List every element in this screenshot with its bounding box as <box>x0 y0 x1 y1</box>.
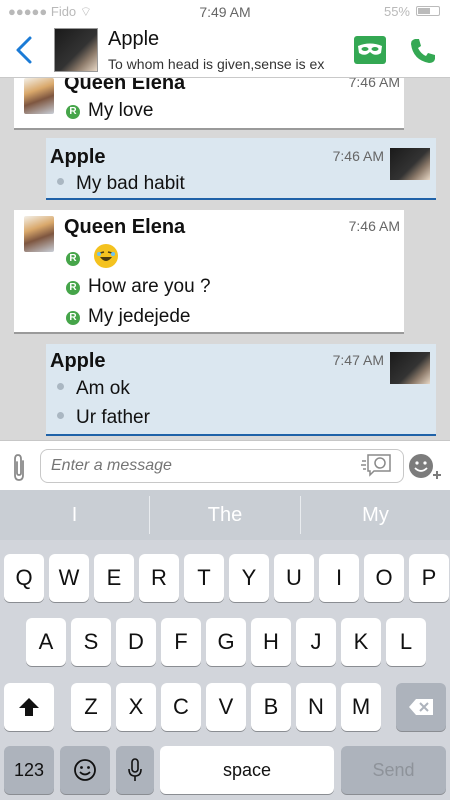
message-card[interactable]: Queen Elena 7:46 AM R My love <box>14 78 404 130</box>
message-time: 7:46 AM <box>348 78 400 90</box>
predictive-suggestions: I The My <box>0 490 450 540</box>
read-receipt-icon: R <box>66 252 80 266</box>
message-line: Am ok <box>54 378 130 400</box>
key-j[interactable]: J <box>296 618 336 666</box>
key-q[interactable]: Q <box>4 554 44 602</box>
attach-button[interactable] <box>10 451 28 483</box>
sticker-icon <box>361 454 391 477</box>
key-f[interactable]: F <box>161 618 201 666</box>
message-line: My bad habit <box>54 173 185 195</box>
battery-percent: 55% <box>383 4 410 19</box>
key-n[interactable]: N <box>296 683 336 731</box>
numbers-key[interactable]: 123 <box>4 746 54 794</box>
key-k[interactable]: K <box>341 618 381 666</box>
message-list[interactable]: Queen Elena 7:46 AM R My love Apple 7:46 … <box>0 78 450 440</box>
suggestion-item[interactable]: The <box>150 490 300 540</box>
read-receipt-icon: R <box>66 281 80 295</box>
key-l[interactable]: L <box>386 618 426 666</box>
suggestion-item[interactable]: My <box>301 490 450 540</box>
message-time: 7:46 AM <box>348 218 400 234</box>
emoji-key-icon <box>74 759 96 781</box>
message-time: 7:47 AM <box>332 352 384 368</box>
message-card[interactable]: Apple 7:47 AM Am ok Ur father <box>46 344 436 436</box>
key-g[interactable]: G <box>206 618 246 666</box>
message-line: R <box>66 244 118 269</box>
key-c[interactable]: C <box>161 683 201 731</box>
key-t[interactable]: T <box>184 554 224 602</box>
key-v[interactable]: V <box>206 683 246 731</box>
contact-status-message: To whom head is given,sense is ex <box>108 56 325 72</box>
battery-icon <box>416 6 440 16</box>
send-key[interactable]: Send <box>341 746 446 794</box>
emoji-picker-button[interactable] <box>408 453 442 481</box>
back-button[interactable] <box>10 32 40 68</box>
sender-avatar <box>24 78 54 114</box>
sent-dot-icon <box>57 178 64 185</box>
contact-name[interactable]: Apple <box>108 28 159 51</box>
key-z[interactable]: Z <box>71 683 111 731</box>
emoji-add-icon <box>409 454 441 479</box>
dictation-key[interactable] <box>116 746 154 794</box>
read-receipt-icon: R <box>66 105 80 119</box>
sent-dot-icon <box>57 383 64 390</box>
sent-dot-icon <box>57 412 64 419</box>
message-line: R My jedejede <box>66 306 190 328</box>
key-d[interactable]: D <box>116 618 156 666</box>
shift-key[interactable] <box>4 683 54 731</box>
key-w[interactable]: W <box>49 554 89 602</box>
key-e[interactable]: E <box>94 554 134 602</box>
message-line: R How are you ? <box>66 276 211 298</box>
keyboard: Q W E R T Y U I O P A S D F G H J K L Z … <box>0 540 450 800</box>
shift-icon <box>19 698 39 716</box>
paperclip-icon <box>14 454 24 481</box>
key-p[interactable]: P <box>409 554 449 602</box>
call-button[interactable] <box>408 36 438 66</box>
backspace-icon <box>409 699 433 715</box>
sender-avatar <box>24 216 54 252</box>
message-sender: Queen Elena <box>64 216 186 238</box>
key-o[interactable]: O <box>364 554 404 602</box>
backspace-key[interactable] <box>396 683 446 731</box>
key-i[interactable]: I <box>319 554 359 602</box>
phone-icon <box>411 39 435 63</box>
space-key[interactable]: space <box>160 746 334 794</box>
message-card[interactable]: Apple 7:46 AM My bad habit <box>46 138 436 200</box>
key-y[interactable]: Y <box>229 554 269 602</box>
key-m[interactable]: M <box>341 683 381 731</box>
key-b[interactable]: B <box>251 683 291 731</box>
clock: 7:49 AM <box>199 4 251 20</box>
message-line: R My love <box>66 100 153 122</box>
key-r[interactable]: R <box>139 554 179 602</box>
laughing-emoji-icon <box>94 244 118 268</box>
message-input[interactable] <box>40 449 404 483</box>
contact-avatar[interactable] <box>54 28 98 72</box>
sender-avatar <box>390 148 430 180</box>
message-card[interactable]: Queen Elena 7:46 AM R R How are you ? R My… <box>14 210 404 334</box>
message-line: Ur father <box>54 407 150 429</box>
composer-bar <box>0 440 450 490</box>
chevron-left-icon <box>16 36 32 64</box>
message-sender: Apple <box>50 350 106 372</box>
read-receipt-icon: R <box>66 311 80 325</box>
mask-icon <box>358 43 382 55</box>
key-s[interactable]: S <box>71 618 111 666</box>
status-bar: ●●●●● Fido ⌔ 7:49 AM 55% <box>0 0 450 22</box>
microphone-icon <box>128 758 142 781</box>
chat-header: Apple To whom head is given,sense is ex <box>0 22 450 78</box>
key-x[interactable]: X <box>116 683 156 731</box>
message-time: 7:46 AM <box>332 148 384 164</box>
emoji-key[interactable] <box>60 746 110 794</box>
sender-avatar <box>390 352 430 384</box>
key-a[interactable]: A <box>26 618 66 666</box>
sticker-button[interactable] <box>360 453 392 477</box>
key-h[interactable]: H <box>251 618 291 666</box>
message-sender: Queen Elena <box>64 78 186 94</box>
key-u[interactable]: U <box>274 554 314 602</box>
message-sender: Apple <box>50 146 106 168</box>
suggestion-item[interactable]: I <box>0 490 149 540</box>
private-chat-button[interactable] <box>354 36 386 64</box>
